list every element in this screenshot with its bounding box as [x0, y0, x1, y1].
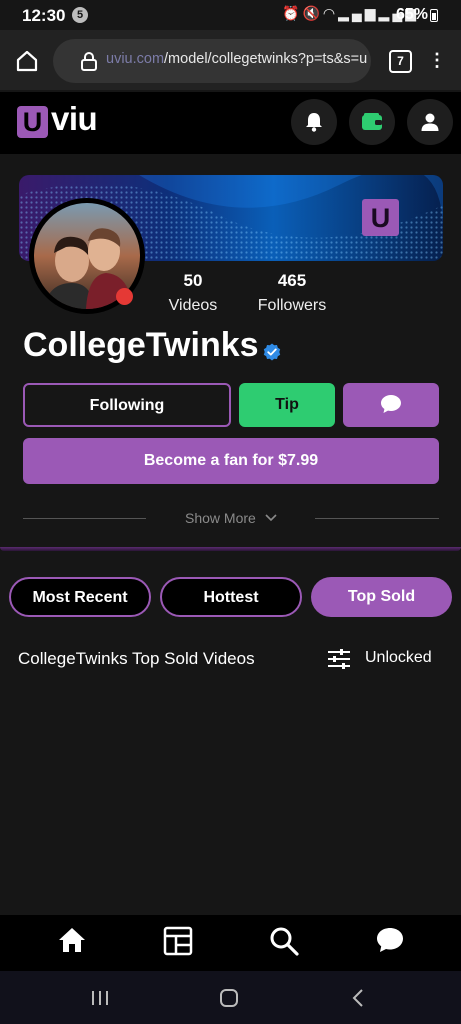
- logo-text[interactable]: viu: [51, 100, 98, 138]
- account-button[interactable]: [407, 99, 453, 145]
- tab-hottest[interactable]: Hottest: [160, 577, 302, 617]
- notification-badge: 5: [72, 7, 88, 23]
- feed-layout-icon[interactable]: [163, 926, 193, 956]
- message-button[interactable]: [343, 383, 439, 427]
- wallet-icon: [362, 113, 382, 130]
- user-icon: [421, 113, 439, 131]
- following-button[interactable]: Following: [23, 383, 231, 427]
- url-text[interactable]: uviu.com/model/collegetwinks?p=ts&s=u: [106, 51, 368, 67]
- search-icon[interactable]: [269, 926, 299, 956]
- alarm-icon: ⏰: [282, 5, 303, 21]
- notifications-button[interactable]: [291, 99, 337, 145]
- bell-icon: [306, 113, 322, 132]
- back-icon[interactable]: [351, 988, 365, 1008]
- online-status-dot: [116, 288, 133, 305]
- home-icon[interactable]: [14, 48, 40, 74]
- verified-badge-icon: [263, 343, 281, 361]
- signal-icon: ▂▄▆: [338, 5, 379, 21]
- status-time: 12:30: [22, 6, 66, 25]
- home-icon[interactable]: [57, 926, 87, 954]
- tab-top-sold[interactable]: Top Sold: [311, 577, 452, 617]
- more-menu-icon[interactable]: ⋮: [428, 50, 447, 71]
- logo-mark[interactable]: U: [17, 106, 48, 138]
- battery-level: 65%: [396, 6, 429, 23]
- profile-name: CollegeTwinks: [23, 326, 259, 364]
- mute-icon: 🔇: [302, 5, 323, 21]
- divider-right: [315, 518, 439, 519]
- chat-bubble-icon[interactable]: [375, 926, 405, 954]
- followers-label[interactable]: Followers: [247, 297, 337, 315]
- videos-label[interactable]: Videos: [153, 297, 233, 315]
- url-path: /model/collegetwinks?p=ts&s=u: [164, 51, 368, 67]
- filter-unlocked-label[interactable]: Unlocked: [365, 649, 432, 667]
- videos-count: 50: [183, 271, 203, 290]
- url-domain: uviu.com: [106, 51, 165, 67]
- section-divider: [0, 547, 461, 551]
- tip-button[interactable]: Tip: [239, 383, 335, 427]
- show-more-link[interactable]: Show More: [185, 510, 256, 526]
- chat-bubble-icon: [381, 395, 401, 413]
- section-title: CollegeTwinks Top Sold Videos: [18, 649, 255, 668]
- wifi-icon: ◠: [322, 5, 339, 21]
- tab-most-recent[interactable]: Most Recent: [9, 577, 151, 617]
- wallet-button[interactable]: [349, 99, 395, 145]
- recent-apps-icon[interactable]: [90, 989, 110, 1007]
- become-fan-button[interactable]: Become a fan for $7.99: [23, 438, 439, 484]
- home-button-icon[interactable]: [219, 988, 239, 1008]
- cover-logo: U: [362, 199, 399, 236]
- chevron-down-icon[interactable]: [264, 512, 278, 524]
- battery-icon: [430, 9, 438, 22]
- tab-switcher-button[interactable]: 7: [389, 50, 412, 73]
- lock-icon: [81, 52, 97, 71]
- followers-count: 465: [277, 271, 307, 290]
- filter-sliders-icon[interactable]: [327, 648, 351, 670]
- divider-left: [23, 518, 146, 519]
